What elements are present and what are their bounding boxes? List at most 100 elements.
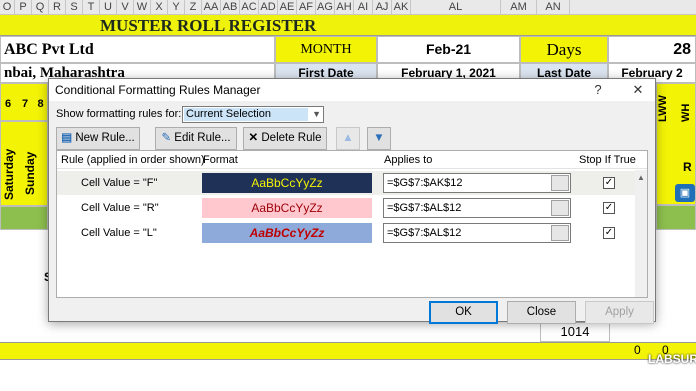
days-label-cell[interactable]: Days [520, 36, 608, 63]
arrow-up-icon: ▲ [342, 132, 354, 144]
new-rule-icon: ▤ [61, 132, 73, 144]
column-header[interactable]: AB [221, 0, 240, 15]
rule-row[interactable]: Cell Value = "R" AaBbCcYyZz =$G$7:$AL$12… [57, 196, 635, 220]
rule-description: Cell Value = "F" [81, 177, 158, 189]
rule-row[interactable]: Cell Value = "L" AaBbCcYyZz =$G$7:$AL$12… [57, 221, 635, 245]
column-header[interactable]: Q [32, 0, 49, 15]
delete-rule-button[interactable]: ✕ Delete Rule [243, 127, 327, 150]
column-header[interactable]: AE [278, 0, 297, 15]
company-name: ABC Pvt Ltd [4, 41, 94, 58]
column-header[interactable]: AJ [373, 0, 392, 15]
format-preview: AaBbCcYyZz [202, 173, 372, 193]
apply-button[interactable]: Apply [585, 301, 654, 324]
column-header[interactable]: AD [259, 0, 278, 15]
range-select-icon[interactable] [551, 225, 569, 241]
right-label-wh: WH [680, 103, 692, 122]
sheet-title: MUSTER ROLL REGISTER [100, 16, 317, 35]
column-header[interactable]: T [83, 0, 100, 15]
column-header[interactable]: Y [168, 0, 185, 15]
move-down-button[interactable]: ▼ [367, 127, 391, 150]
chevron-down-icon: ▼ [312, 109, 321, 119]
column-header[interactable]: AN [537, 0, 570, 15]
month-label-cell[interactable]: MONTH [275, 36, 377, 63]
range-select-icon[interactable] [551, 200, 569, 216]
column-header[interactable]: W [134, 0, 151, 15]
bottom-yellow-row [0, 342, 696, 360]
company-cell[interactable]: ABC Pvt Ltd [0, 36, 275, 63]
range-select-icon[interactable] [551, 175, 569, 191]
green-row-right [656, 205, 696, 230]
new-rule-button[interactable]: ▤ New Rule... [56, 127, 140, 150]
day-number-6: 6 [4, 98, 12, 110]
close-icon[interactable]: ✕ [627, 79, 649, 101]
show-rules-value: Current Selection [186, 108, 271, 120]
format-preview: AaBbCcYyZz [202, 198, 372, 218]
bottom-zero-1: 0 [634, 343, 641, 357]
rules-list: Rule (applied in order shown) Format App… [56, 150, 648, 298]
column-header[interactable]: AH [335, 0, 354, 15]
stop-if-true-checkbox[interactable]: ✓ [603, 177, 615, 189]
column-header[interactable]: Z [185, 0, 202, 15]
column-header[interactable]: AF [297, 0, 316, 15]
applies-to-value: =$G$7:$AK$12 [387, 177, 463, 189]
show-rules-label: Show formatting rules for: [56, 108, 182, 120]
rules-list-header: Rule (applied in order shown) Format App… [57, 151, 647, 169]
green-row-left [0, 206, 48, 230]
day-number-7: 7 [21, 98, 29, 110]
column-header[interactable]: AG [316, 0, 335, 15]
weekday-sunday: Sunday [23, 151, 37, 195]
ok-button[interactable]: OK [429, 301, 498, 324]
col-stop-header: Stop If True [579, 154, 636, 166]
column-header[interactable]: AM [501, 0, 537, 15]
applies-to-field[interactable]: =$G$7:$AK$12 [383, 173, 571, 193]
month-value-cell[interactable]: Feb-21 [377, 36, 520, 63]
col-format-header: Format [203, 154, 238, 166]
stop-if-true-checkbox[interactable]: ✓ [603, 227, 615, 239]
column-header[interactable]: AL [411, 0, 501, 15]
right-letter: R [683, 160, 692, 174]
arrow-down-icon: ▼ [373, 132, 385, 144]
col-applies-header: Applies to [384, 154, 433, 166]
format-preview: AaBbCcYyZz [202, 223, 372, 243]
column-header[interactable]: AA [202, 0, 221, 15]
column-header[interactable]: X [151, 0, 168, 15]
column-header[interactable]: V [117, 0, 134, 15]
applies-to-field[interactable]: =$G$7:$AL$12 [383, 223, 571, 243]
edit-rule-icon: ✎ [161, 132, 172, 144]
total-cell[interactable]: 1014 [540, 322, 610, 342]
applies-to-value: =$G$7:$AL$12 [387, 202, 462, 214]
rule-description: Cell Value = "R" [81, 202, 159, 214]
col-rule-header: Rule (applied in order shown) [61, 154, 205, 166]
show-rules-select[interactable]: Current Selection ▼ [182, 106, 324, 123]
help-icon[interactable]: ? [587, 79, 609, 101]
right-label-lww: LWW [657, 95, 669, 122]
quick-analysis-icon[interactable]: ▣ [675, 184, 695, 202]
weekday-saturday: Saturday [2, 148, 16, 200]
applies-to-field[interactable]: =$G$7:$AL$12 [383, 198, 571, 218]
column-header[interactable]: AC [240, 0, 259, 15]
rule-row[interactable]: Cell Value = "F" AaBbCcYyZz =$G$7:$AK$12… [57, 171, 635, 195]
edit-rule-button[interactable]: ✎ Edit Rule... [155, 127, 237, 150]
column-header-strip: O P Q R S T U V W X Y Z AA AB AC AD AE AF AG AH AI AJ AK AL AM AN [0, 0, 696, 15]
watermark-logo: LABSUR [648, 352, 696, 366]
days-value-cell[interactable]: 28 [608, 36, 696, 63]
close-button[interactable]: Close [507, 301, 576, 324]
delete-x-icon: ✕ [248, 132, 259, 144]
stop-if-true-checkbox[interactable]: ✓ [603, 202, 615, 214]
dialog-titlebar: Conditional Formatting Rules Manager ? ✕ [49, 79, 655, 101]
column-header[interactable]: P [15, 0, 32, 15]
day-number-8: 8 [37, 98, 44, 110]
move-up-button[interactable]: ▲ [336, 127, 360, 150]
rule-description: Cell Value = "L" [81, 227, 157, 239]
column-header[interactable]: AI [354, 0, 373, 15]
cf-rules-manager-dialog: Conditional Formatting Rules Manager ? ✕… [48, 78, 656, 324]
column-header[interactable]: S [66, 0, 83, 15]
column-header[interactable]: O [0, 0, 15, 15]
column-header[interactable]: AK [392, 0, 411, 15]
dialog-title: Conditional Formatting Rules Manager [55, 83, 261, 97]
scroll-up-icon[interactable]: ▲ [637, 173, 645, 182]
rules-list-scrollbar[interactable]: ▲ [635, 170, 647, 297]
applies-to-value: =$G$7:$AL$12 [387, 227, 462, 239]
column-header[interactable]: U [100, 0, 117, 15]
column-header[interactable]: R [49, 0, 66, 15]
